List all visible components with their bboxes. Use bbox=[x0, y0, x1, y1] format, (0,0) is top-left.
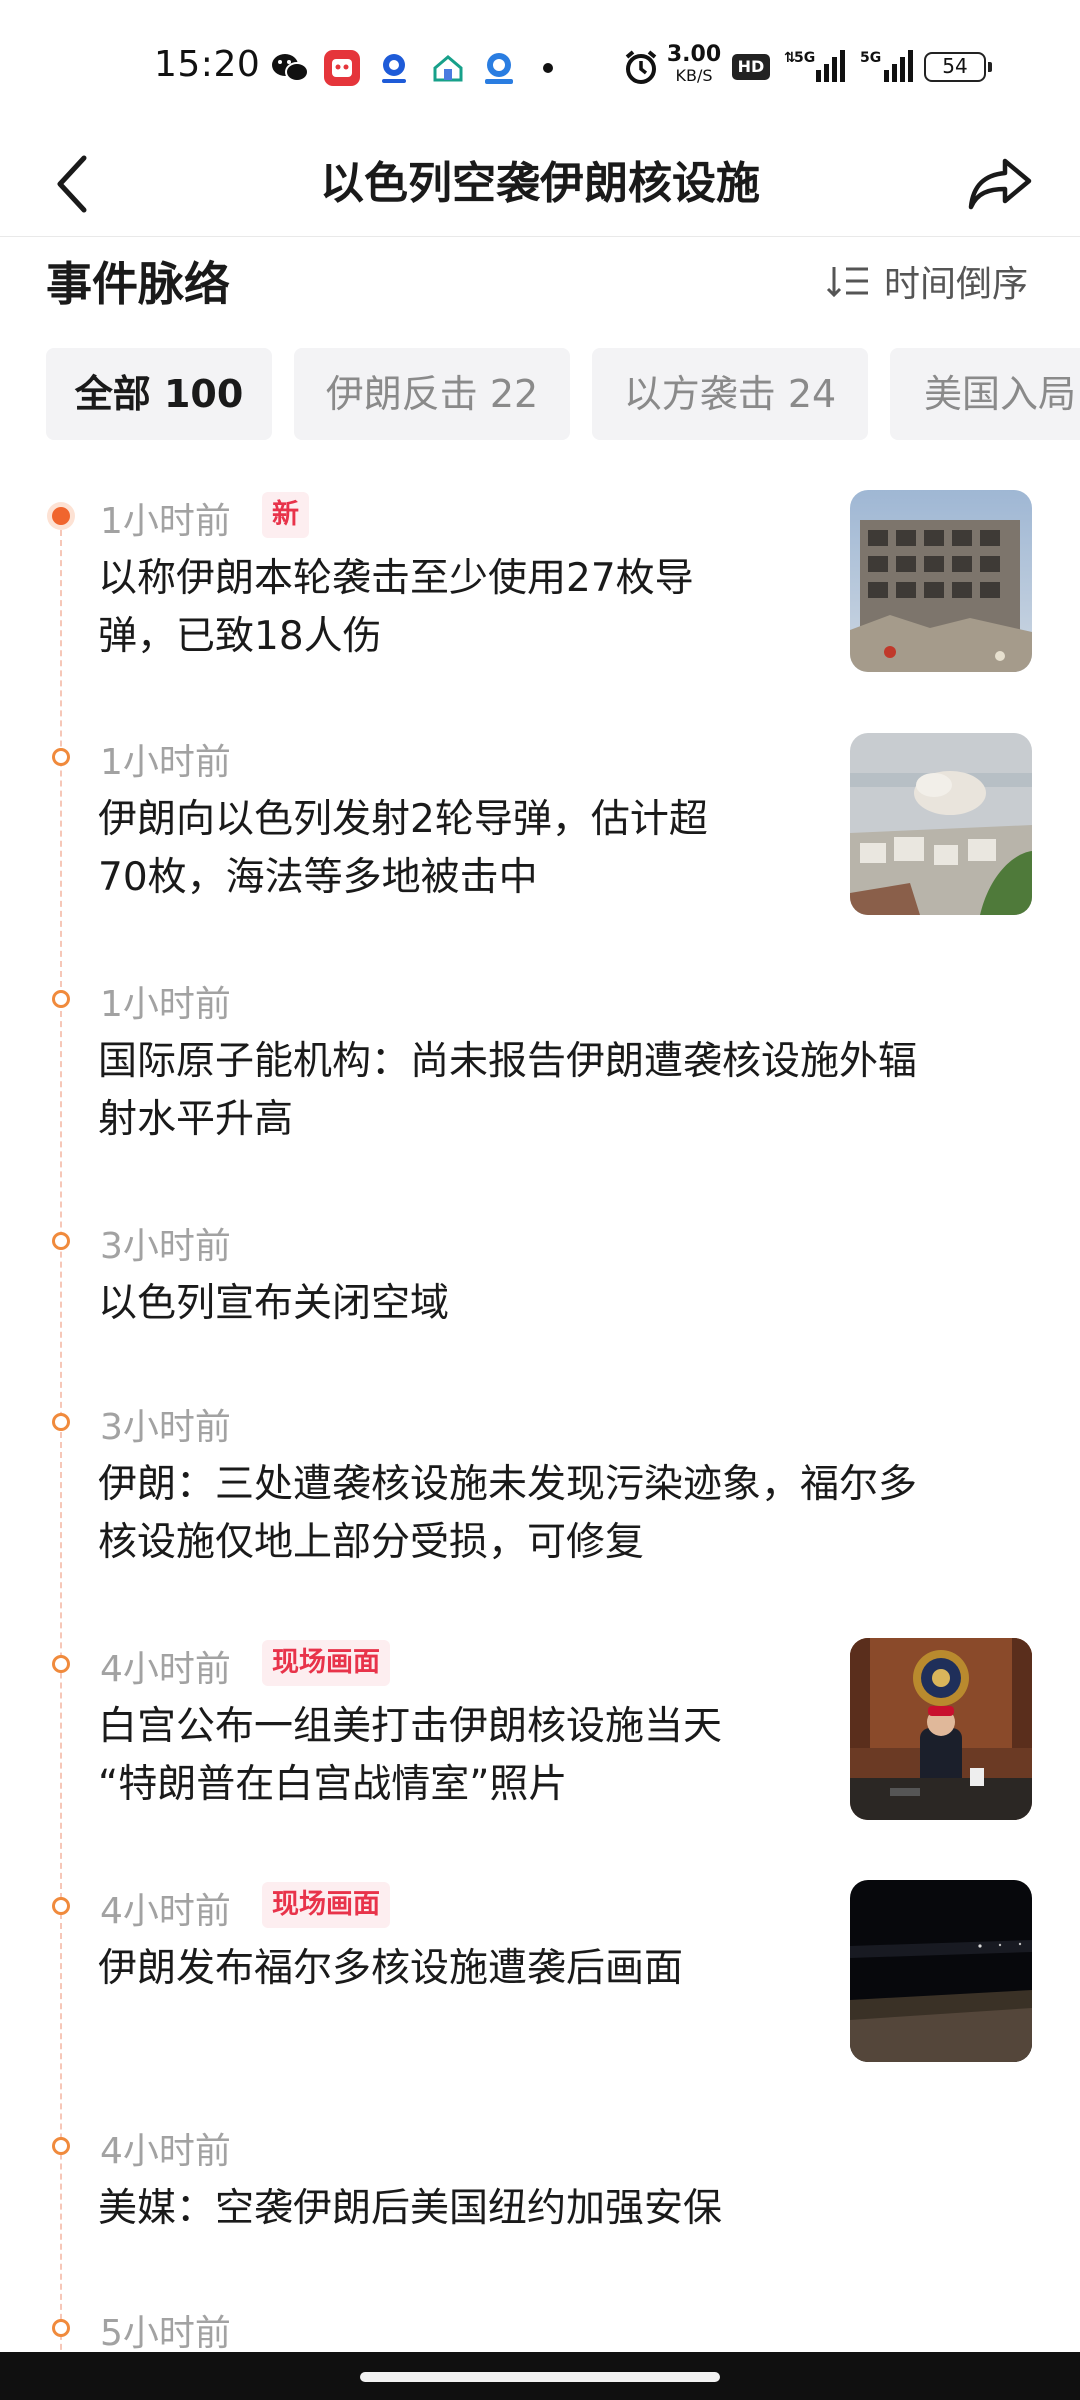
alarm-icon bbox=[622, 48, 660, 90]
live-footage-badge: 现场画面 bbox=[262, 1882, 390, 1928]
timeline-dot bbox=[52, 1232, 70, 1250]
svg-text:5G: 5G bbox=[794, 50, 815, 66]
home-gesture-handle[interactable] bbox=[360, 2372, 720, 2382]
timeline-dot bbox=[52, 1897, 70, 1915]
signal-icon: 5G bbox=[858, 48, 918, 88]
tab-iran-counterattack[interactable]: 伊朗反击 22 bbox=[294, 348, 570, 440]
pinduoduo-icon bbox=[322, 50, 362, 86]
top-app-bar: 以色列空袭伊朗核设施 bbox=[0, 132, 1080, 237]
live-footage-badge: 现场画面 bbox=[262, 1640, 390, 1686]
timeline-dot bbox=[52, 990, 70, 1008]
system-nav-bar bbox=[0, 2352, 1080, 2400]
status-bar: 15:20 3.00 KB/S HD ⇅ 5G 5G 54 bbox=[0, 0, 1080, 132]
news-thumbnail[interactable] bbox=[850, 733, 1032, 915]
tab-israel-strikes[interactable]: 以方袭击 24 bbox=[592, 348, 868, 440]
item-time: 4小时前 bbox=[100, 1891, 231, 1932]
timeline-dot bbox=[52, 1655, 70, 1673]
sort-icon bbox=[826, 267, 868, 298]
item-time: 1小时前 bbox=[100, 742, 231, 783]
item-title: 美媒：空袭伊朗后美国纽约加强安保 bbox=[98, 2186, 723, 2231]
timeline-dot bbox=[52, 748, 70, 766]
filter-tabs: 全部 100 伊朗反击 22 以方袭击 24 美国入局 bbox=[46, 348, 1080, 440]
item-title: 伊朗向以色列发射2轮导弹，估计超 70枚，海法等多地被击中 bbox=[98, 797, 708, 900]
share-icon bbox=[968, 158, 1032, 210]
item-title: 国际原子能机构：尚未报告伊朗遭袭核设施外辐 射水平升高 bbox=[98, 1039, 918, 1142]
hd-voice-badge: HD bbox=[732, 54, 770, 80]
chevron-left-icon bbox=[57, 155, 87, 213]
share-button[interactable] bbox=[962, 142, 1038, 226]
item-title: 以称伊朗本轮袭击至少使用27枚导 弹，已致18人伤 bbox=[98, 556, 694, 659]
news-thumbnail[interactable] bbox=[850, 490, 1032, 672]
status-time: 15:20 bbox=[154, 44, 261, 85]
timeline-dot bbox=[52, 1413, 70, 1431]
timeline-dot bbox=[52, 507, 70, 525]
section-title: 事件脉络 bbox=[46, 257, 230, 311]
item-time: 1小时前 bbox=[100, 501, 231, 542]
sort-order-button[interactable]: 时间倒序 bbox=[826, 256, 1028, 306]
news-thumbnail[interactable] bbox=[850, 1638, 1032, 1820]
item-time: 3小时前 bbox=[100, 1407, 231, 1448]
item-title: 伊朗：三处遭袭核设施未发现污染迹象，福尔多 核设施仅地上部分受损，可修复 bbox=[98, 1462, 918, 1565]
item-time: 4小时前 bbox=[100, 1649, 231, 1690]
item-time: 1小时前 bbox=[100, 984, 231, 1025]
item-title: 白宫公布一组美打击伊朗核设施当天 “特朗普在白宫战情室”照片 bbox=[98, 1704, 723, 1807]
item-time: 5小时前 bbox=[100, 2313, 231, 2354]
wechat-icon bbox=[270, 50, 310, 86]
signal-icon: ⇅ 5G bbox=[782, 48, 846, 88]
more-notifications-dot bbox=[543, 63, 553, 73]
app-blue-icon bbox=[374, 50, 414, 86]
item-title: 伊朗发布福尔多核设施遭袭后画面 bbox=[98, 1946, 684, 1991]
app-blue2-icon bbox=[478, 50, 520, 86]
network-speed: 3.00 KB/S bbox=[666, 42, 722, 85]
news-thumbnail[interactable] bbox=[850, 1880, 1032, 2062]
tab-all[interactable]: 全部 100 bbox=[46, 348, 272, 440]
item-title: 以色列宣布关闭空域 bbox=[98, 1281, 450, 1326]
new-badge: 新 bbox=[262, 492, 309, 538]
item-time: 4小时前 bbox=[100, 2131, 231, 2172]
timeline-dot bbox=[52, 2137, 70, 2155]
back-button[interactable] bbox=[44, 134, 100, 234]
battery-indicator: 54 bbox=[924, 52, 992, 82]
item-time: 3小时前 bbox=[100, 1226, 231, 1267]
timeline-dot bbox=[52, 2319, 70, 2337]
smart-home-icon bbox=[428, 50, 468, 86]
sort-label: 时间倒序 bbox=[884, 264, 1029, 305]
tab-us-involvement[interactable]: 美国入局 bbox=[890, 348, 1080, 440]
timeline-line bbox=[60, 520, 62, 2380]
svg-text:5G: 5G bbox=[860, 50, 881, 66]
page-title: 以色列空袭伊朗核设施 bbox=[320, 158, 760, 209]
